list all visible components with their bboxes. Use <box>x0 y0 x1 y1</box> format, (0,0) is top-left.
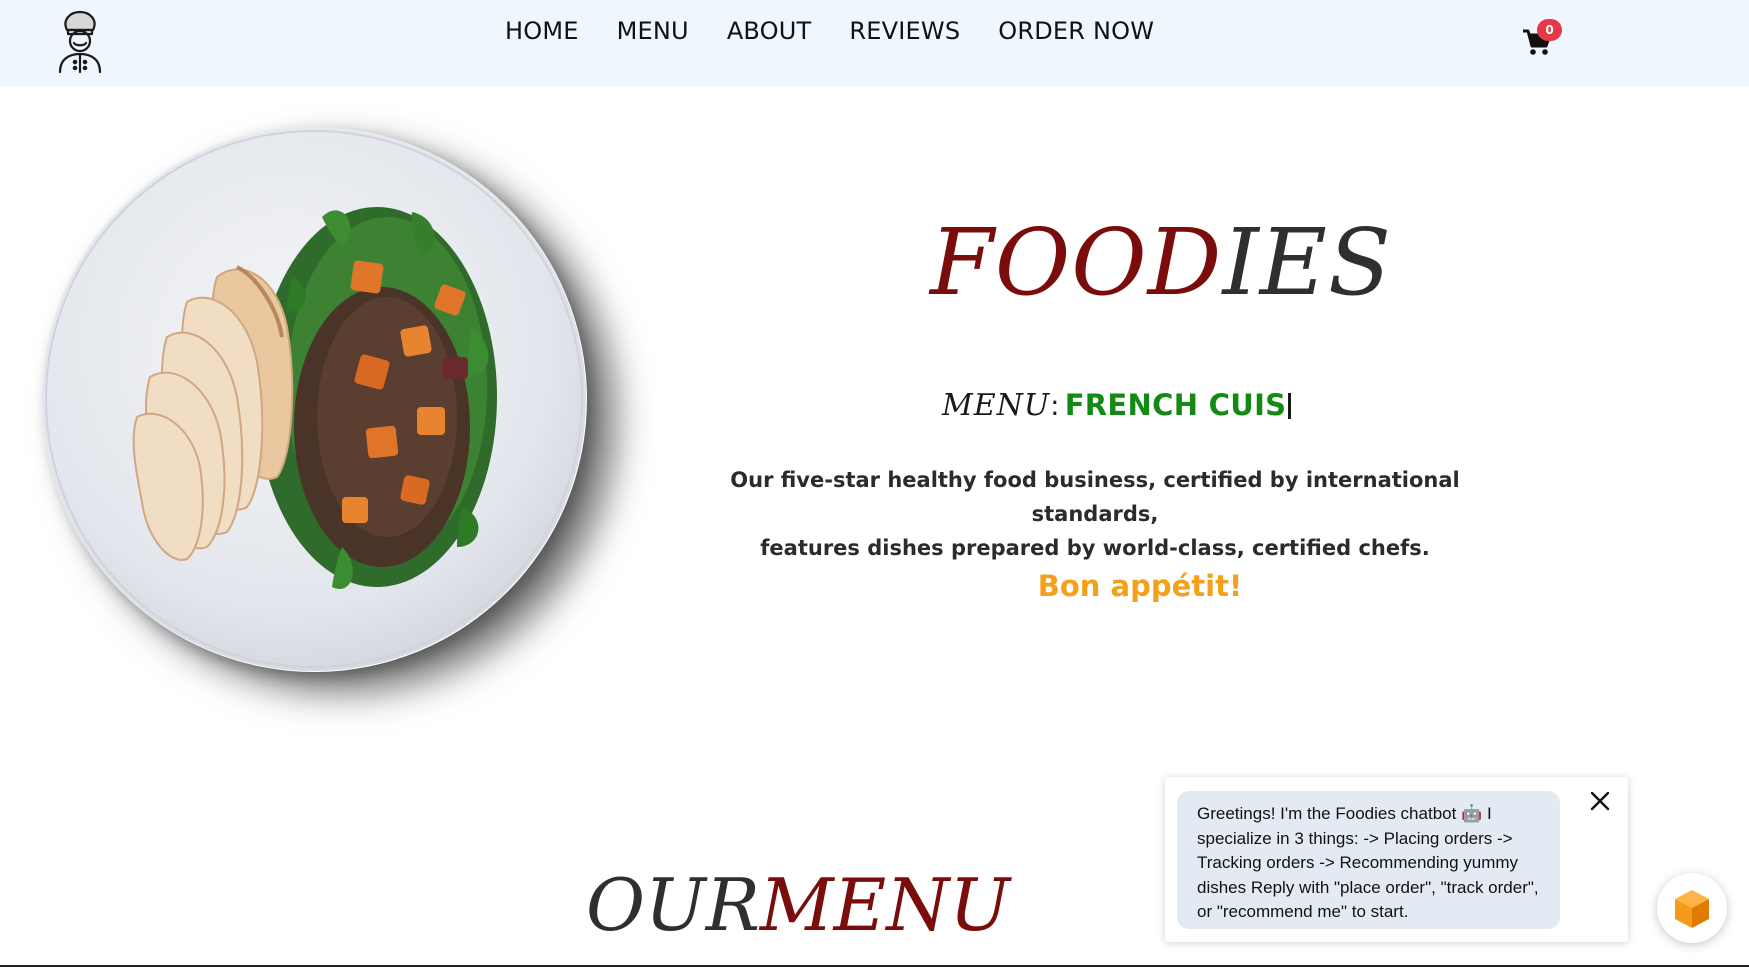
menu-typed-text: FRENCH CUIS <box>1064 388 1287 422</box>
navbar: HOME MENU ABOUT REVIEWS ORDER NOW 0 <box>0 0 1749 86</box>
chatbot-panel: Greetings! I'm the Foodies chatbot 🤖 I s… <box>1165 777 1628 942</box>
bon-appetit-text: Bon appétit! <box>1037 569 1243 603</box>
page: HOME MENU ABOUT REVIEWS ORDER NOW 0 FOOD… <box>0 0 1749 967</box>
typing-caret <box>1288 393 1292 419</box>
chatbot-message: Greetings! I'm the Foodies chatbot 🤖 I s… <box>1197 804 1539 921</box>
salad-plate-image <box>42 127 587 672</box>
nav-home[interactable]: HOME <box>505 14 579 48</box>
our-menu-heading-red: MENU <box>759 863 1010 947</box>
brand-title: FOODIES <box>930 208 1391 318</box>
menu-colon: : <box>1050 389 1060 422</box>
menu-label: MENU <box>942 388 1051 423</box>
main-nav: HOME MENU ABOUT REVIEWS ORDER NOW <box>505 14 1154 48</box>
our-menu-heading-dark: OUR <box>586 863 760 947</box>
tagline-line-1: Our five-star healthy food business, cer… <box>730 468 1460 526</box>
cube-icon <box>1675 890 1709 928</box>
nav-order-now[interactable]: ORDER NOW <box>998 14 1154 48</box>
chatbot-message-bubble: Greetings! I'm the Foodies chatbot 🤖 I s… <box>1177 791 1560 929</box>
tagline-line-2: features dishes prepared by world-class,… <box>760 536 1430 560</box>
nav-reviews[interactable]: REVIEWS <box>849 14 960 48</box>
nav-menu[interactable]: MENU <box>617 14 689 48</box>
menu-typewriter: MENU: FRENCH CUIS <box>942 383 1342 427</box>
chatbot-launcher-button[interactable] <box>1657 873 1727 943</box>
hero-tagline: Our five-star healthy food business, cer… <box>665 463 1525 565</box>
brand-title-rest: IES <box>1222 209 1392 316</box>
cart-count-badge: 0 <box>1537 19 1562 41</box>
brand-title-accent: FOOD <box>930 209 1223 316</box>
close-icon[interactable] <box>1588 789 1612 813</box>
chef-avatar-icon[interactable] <box>52 8 108 74</box>
our-menu-heading: OURMENU <box>586 855 1046 955</box>
nav-about[interactable]: ABOUT <box>727 14 812 48</box>
